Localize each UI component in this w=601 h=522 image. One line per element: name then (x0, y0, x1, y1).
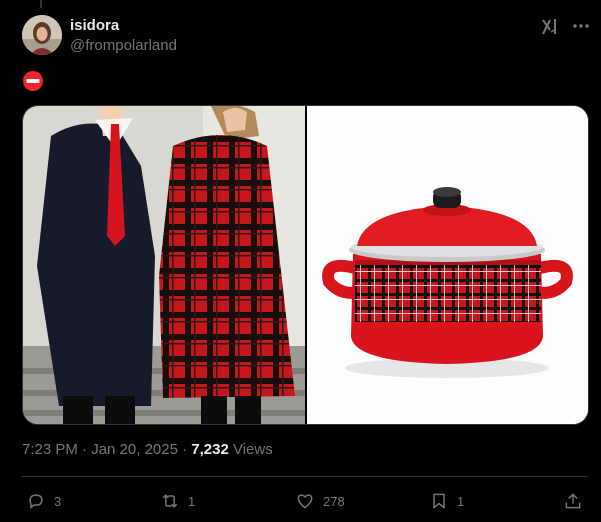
post-media[interactable] (22, 105, 589, 425)
bookmark-icon (433, 493, 445, 509)
divider (22, 476, 588, 477)
thread-connector-line (40, 0, 42, 8)
grok-icon[interactable] (540, 17, 560, 37)
reply-button[interactable]: 3 (26, 490, 61, 512)
repost-icon (162, 494, 178, 508)
like-button[interactable]: 278 (295, 490, 345, 512)
reply-icon (29, 494, 43, 509)
author-handle[interactable]: @frompolarland (70, 36, 177, 56)
author-names: isidora @frompolarland (70, 17, 177, 56)
bookmark-count: 1 (457, 493, 465, 509)
reply-count: 3 (54, 493, 62, 509)
share-icon (565, 493, 581, 509)
more-icon[interactable] (570, 15, 592, 37)
bookmark-button[interactable]: 1 (429, 490, 464, 512)
author-display-name[interactable]: isidora (70, 17, 177, 35)
views-count[interactable]: 7,232 (191, 441, 229, 458)
views-label: Views (228, 441, 273, 458)
avatar[interactable] (22, 15, 62, 55)
repost-button[interactable]: 1 (160, 490, 195, 512)
media-photo-pot[interactable] (307, 106, 588, 424)
post-header: isidora @frompolarland (22, 15, 592, 57)
post-timestamp[interactable]: 7:23 PM · Jan 20, 2025 · (22, 441, 191, 458)
post-meta: 7:23 PM · Jan 20, 2025 · 7,232 Views (22, 441, 273, 458)
repost-count: 1 (188, 493, 196, 509)
like-icon (297, 494, 313, 509)
like-count: 278 (323, 493, 345, 509)
share-button[interactable] (563, 490, 583, 512)
media-photo-couple[interactable] (23, 106, 305, 424)
no-entry-icon (23, 71, 43, 91)
